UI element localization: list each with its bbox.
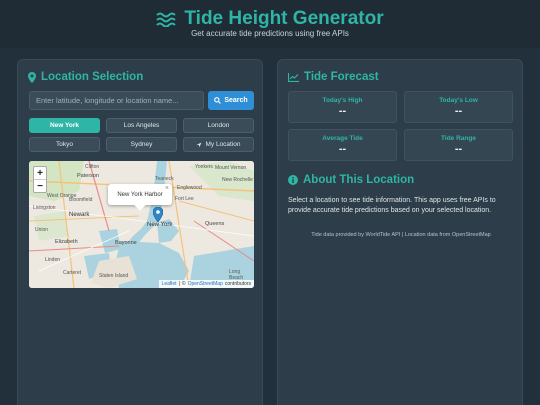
location-button-label: New York xyxy=(49,122,80,129)
location-button-label: Los Angeles xyxy=(123,122,160,129)
forecast-title-text: Tide Forecast xyxy=(304,71,379,83)
map-label: West Orange xyxy=(47,193,77,199)
location-button-sydney[interactable]: Sydney xyxy=(106,137,177,152)
stat-value: -- xyxy=(454,143,463,155)
stat-average-tide: Average Tide -- xyxy=(288,129,397,161)
location-button-label: London xyxy=(207,122,230,129)
map-attribution: Leaflet | © OpenStreetMap contributors xyxy=(158,280,254,288)
about-section-title: About This Location xyxy=(288,174,414,186)
map-label: Mount Vernon xyxy=(215,165,247,171)
osm-link[interactable]: OpenStreetMap xyxy=(188,281,223,287)
map-label: Queens xyxy=(205,221,225,227)
map-label: Elizabeth xyxy=(55,239,78,245)
map-label: Union xyxy=(35,227,49,233)
popup-text: New York Harbor xyxy=(117,191,163,198)
leaflet-link[interactable]: Leaflet xyxy=(162,281,177,287)
my-location-button[interactable]: My Location xyxy=(183,137,254,152)
map-label: New Rochelle xyxy=(222,177,253,183)
map-label: Clifton xyxy=(85,164,100,170)
location-button-label: My Location xyxy=(205,141,241,148)
location-button-tokyo[interactable]: Tokyo xyxy=(29,137,100,152)
map-label: Paterson xyxy=(77,173,100,179)
location-button-label: Sydney xyxy=(130,141,153,148)
map-label: Newark xyxy=(69,212,90,218)
popup-close-icon[interactable]: × xyxy=(165,185,169,192)
zoom-out-button[interactable]: − xyxy=(34,180,46,193)
location-arrow-icon xyxy=(197,142,202,147)
about-description: Select a location to see tide informatio… xyxy=(288,197,496,214)
zoom-control: + − xyxy=(33,166,47,193)
forecast-panel: Tide Forecast Today's High -- Today's Lo… xyxy=(277,59,523,405)
stat-label: Tide Range xyxy=(441,135,476,142)
data-source-note: Tide data provided by WorldTide API | Lo… xyxy=(311,232,491,238)
location-button-london[interactable]: London xyxy=(183,118,254,133)
stat-label: Today's High xyxy=(322,97,363,104)
chart-line-icon xyxy=(288,72,299,82)
map-label: Englewood xyxy=(177,185,202,191)
attribution-contributors: contributors xyxy=(224,281,251,287)
map-label: Livingston xyxy=(33,205,56,211)
search-button[interactable]: Search xyxy=(208,91,254,110)
stat-todays-high: Today's High -- xyxy=(288,91,397,123)
zoom-in-button[interactable]: + xyxy=(34,167,46,180)
map-label: Fort Lee xyxy=(175,196,194,202)
attribution-copyright: © xyxy=(181,281,186,287)
stat-value: -- xyxy=(454,105,463,117)
location-button-new-york[interactable]: New York xyxy=(29,118,100,133)
map-marker-icon[interactable] xyxy=(153,207,163,222)
map-label: Yonkers xyxy=(195,164,213,170)
forecast-section-title: Tide Forecast xyxy=(288,71,379,83)
app-title: Tide Height Generator xyxy=(184,8,384,29)
about-title-text: About This Location xyxy=(303,174,415,186)
stat-value: -- xyxy=(338,105,347,117)
map-label: Carteret xyxy=(63,270,82,276)
map-popup: New York Harbor × xyxy=(108,184,172,211)
location-map[interactable]: Clifton Paterson Teaneck Englewood New R… xyxy=(29,161,254,288)
info-circle-icon xyxy=(288,175,298,185)
map-label: Bayonne xyxy=(115,240,137,246)
location-title-text: Location Selection xyxy=(41,71,144,83)
search-icon xyxy=(214,97,222,104)
location-section-title: Location Selection xyxy=(28,71,143,83)
map-label: Staten Island xyxy=(99,273,129,279)
waves-icon xyxy=(156,12,177,27)
stat-todays-low: Today's Low -- xyxy=(404,91,513,123)
map-label: New York xyxy=(147,222,173,228)
search-input[interactable] xyxy=(29,91,204,110)
stat-label: Today's Low xyxy=(439,97,478,104)
location-button-label: Tokyo xyxy=(56,141,73,148)
stat-label: Average Tide xyxy=(322,135,363,142)
map-label: Linden xyxy=(45,257,61,263)
map-label: Teaneck xyxy=(155,176,174,182)
stat-tide-range: Tide Range -- xyxy=(404,129,513,161)
stat-value: -- xyxy=(338,143,347,155)
location-panel: Location Selection Search New York Los A… xyxy=(17,59,263,405)
attribution-separator: | xyxy=(178,281,180,287)
search-button-label: Search xyxy=(224,97,248,104)
map-pin-icon xyxy=(28,71,36,83)
app-title-row: Tide Height Generator xyxy=(0,8,540,30)
app-header: Tide Height Generator Get accurate tide … xyxy=(0,0,540,48)
app-subtitle: Get accurate tide predictions using free… xyxy=(191,29,349,38)
location-button-los-angeles[interactable]: Los Angeles xyxy=(106,118,177,133)
